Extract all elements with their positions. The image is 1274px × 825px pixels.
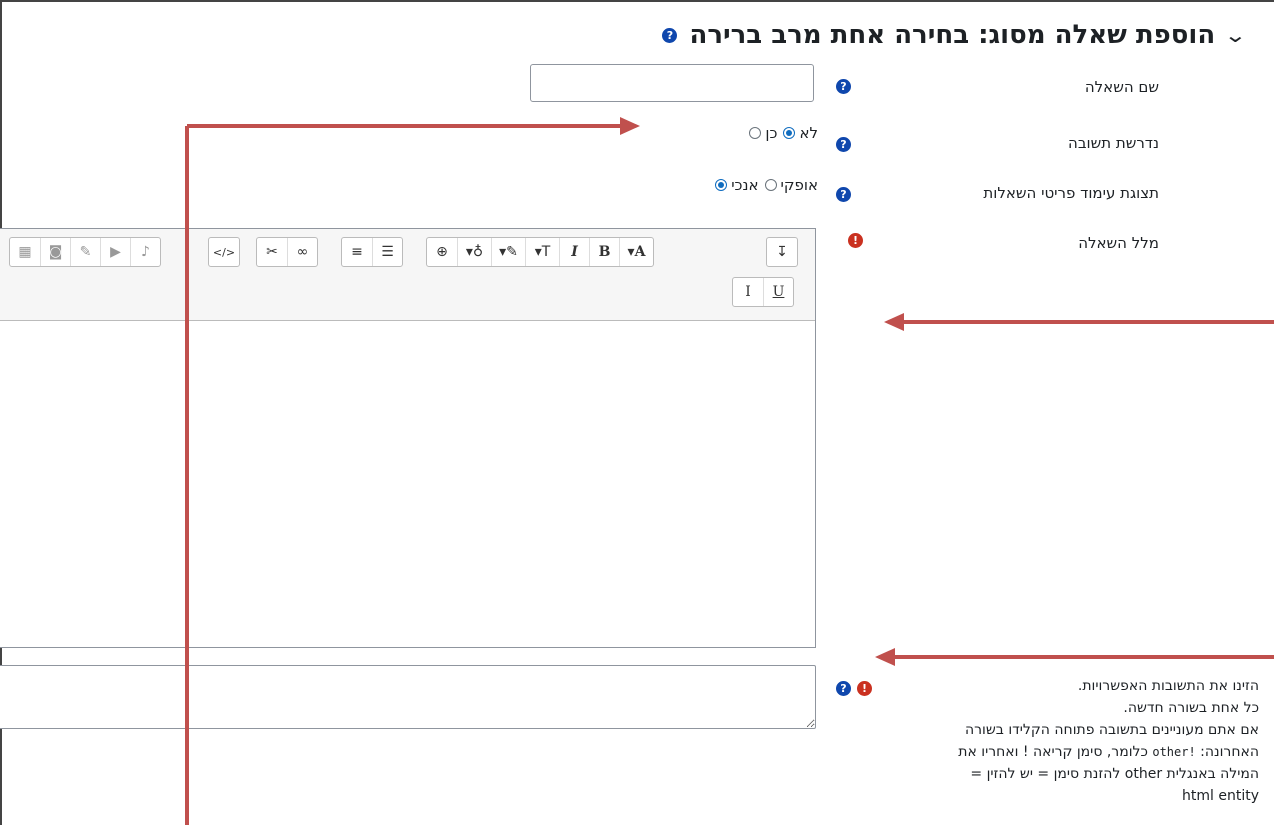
- arrow-head-radio: [620, 117, 640, 135]
- arrow-head-answers: [875, 648, 895, 666]
- arrow-head-question-text: [884, 313, 904, 331]
- annotation-arrows: [185, 117, 1274, 825]
